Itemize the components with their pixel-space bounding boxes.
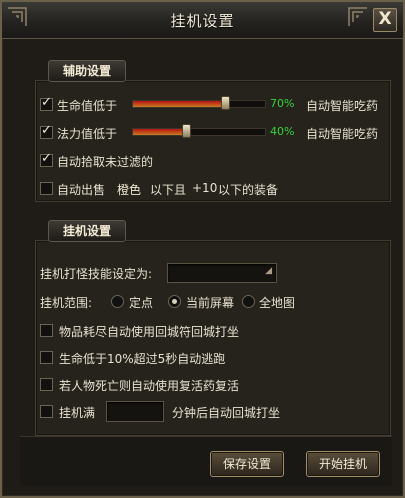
- items-return-label: 物品耗尽自动使用回城符回城打坐: [59, 325, 240, 339]
- range-radio-fixed[interactable]: [111, 295, 124, 308]
- hp-slider-fill: [133, 101, 225, 107]
- hp-checkbox[interactable]: ✓: [40, 95, 53, 111]
- timer-label: 挂机满: [59, 406, 96, 420]
- escape-checkbox[interactable]: [40, 351, 53, 364]
- items-return-checkbox[interactable]: [40, 324, 53, 337]
- autosell-tail-text: 以下的装备: [218, 183, 279, 197]
- range-label: 挂机范围:: [40, 296, 93, 310]
- skill-label: 挂机打怪技能设定为:: [40, 267, 153, 281]
- window-title: 挂机设置: [170, 12, 235, 30]
- range-radio-screen[interactable]: [168, 295, 181, 308]
- title-bar[interactable]: 挂机设置 X: [2, 2, 403, 39]
- close-button[interactable]: X: [373, 8, 397, 32]
- range-option-map: 全地图: [259, 296, 296, 310]
- timer-checkbox[interactable]: [40, 405, 53, 418]
- pickup-checkbox[interactable]: ✓: [40, 151, 53, 167]
- hp-percent: 70%: [270, 97, 295, 110]
- dropdown-icon: ◢: [265, 266, 272, 276]
- check-icon: ✓: [41, 123, 52, 138]
- assist-section-title: 辅助设置: [48, 60, 127, 82]
- autosell-below-text: 以下且: [150, 183, 187, 197]
- close-icon: X: [378, 9, 392, 29]
- autosell-checkbox[interactable]: [40, 182, 53, 195]
- start-hang-button[interactable]: 开始挂机: [306, 451, 380, 477]
- mp-label: 法力值低于: [57, 127, 118, 141]
- hp-slider[interactable]: [132, 96, 266, 110]
- range-radio-map[interactable]: [242, 295, 255, 308]
- mp-percent: 40%: [270, 125, 295, 138]
- mp-checkbox[interactable]: ✓: [40, 123, 53, 139]
- hp-action: 自动智能吃药: [306, 99, 379, 113]
- mp-slider-thumb[interactable]: [182, 124, 191, 138]
- autosell-label: 自动出售: [57, 183, 106, 197]
- radio-selected-dot: [172, 299, 177, 304]
- revive-label: 若人物死亡则自动使用复活药复活: [59, 379, 240, 393]
- mp-action: 自动智能吃药: [306, 127, 379, 141]
- check-icon: ✓: [41, 95, 52, 110]
- range-option-screen: 当前屏幕: [186, 296, 235, 310]
- hang-section-title: 挂机设置: [48, 220, 127, 242]
- save-settings-button[interactable]: 保存设置: [210, 451, 284, 477]
- mp-slider-fill: [133, 129, 186, 135]
- check-icon: ✓: [41, 151, 52, 166]
- revive-checkbox[interactable]: [40, 378, 53, 391]
- range-option-fixed: 定点: [129, 296, 154, 310]
- hp-slider-thumb[interactable]: [221, 96, 230, 110]
- mp-slider[interactable]: [132, 124, 266, 138]
- autosell-color-select[interactable]: 橙色: [117, 181, 141, 198]
- corner-ornament-icon: [348, 7, 367, 26]
- skill-select[interactable]: ◢: [167, 263, 277, 283]
- timer-suffix: 分钟后自动回城打坐: [172, 406, 281, 420]
- timer-minutes-input[interactable]: [106, 401, 164, 422]
- hp-label: 生命值低于: [57, 99, 118, 113]
- pickup-label: 自动拾取未过滤的: [57, 155, 154, 169]
- escape-label: 生命低于10%超过5秒自动逃跑: [59, 352, 226, 366]
- autosell-level-select[interactable]: +10: [192, 181, 217, 195]
- settings-window: 挂机设置 X 辅助设置 ✓ 生命值低于 70% 自动智能吃药 ✓ 法力值低于 4…: [0, 0, 405, 498]
